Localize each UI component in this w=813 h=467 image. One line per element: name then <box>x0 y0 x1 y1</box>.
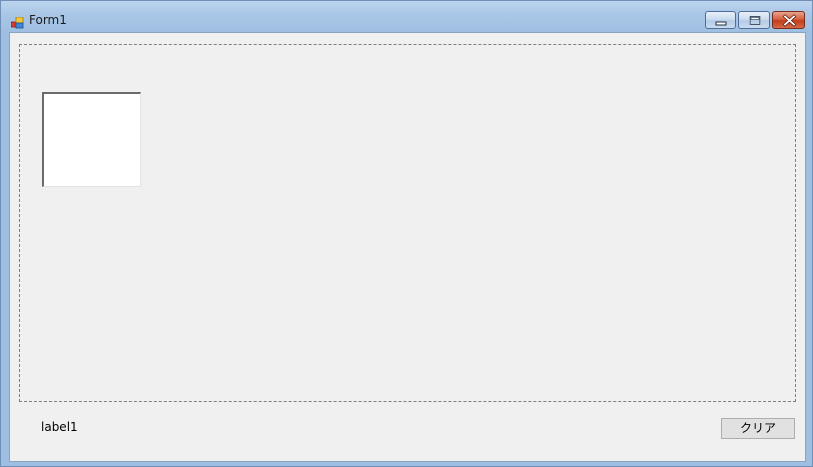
close-icon <box>782 14 797 27</box>
form-client-area: label1 クリア <box>9 32 806 462</box>
clear-button[interactable]: クリア <box>721 418 795 439</box>
title-bar[interactable]: Form1 <box>1 1 812 32</box>
app-icon[interactable] <box>10 14 24 29</box>
maximize-button[interactable] <box>738 11 770 29</box>
close-button[interactable] <box>772 11 805 29</box>
minimize-icon <box>715 21 727 26</box>
maximize-icon <box>749 15 761 26</box>
window-title: Form1 <box>29 13 67 27</box>
picture-box[interactable] <box>42 92 141 187</box>
panel <box>19 44 796 402</box>
label1: label1 <box>41 420 78 434</box>
app-window: Form1 label1 クリア <box>0 0 813 467</box>
minimize-button[interactable] <box>705 11 736 29</box>
